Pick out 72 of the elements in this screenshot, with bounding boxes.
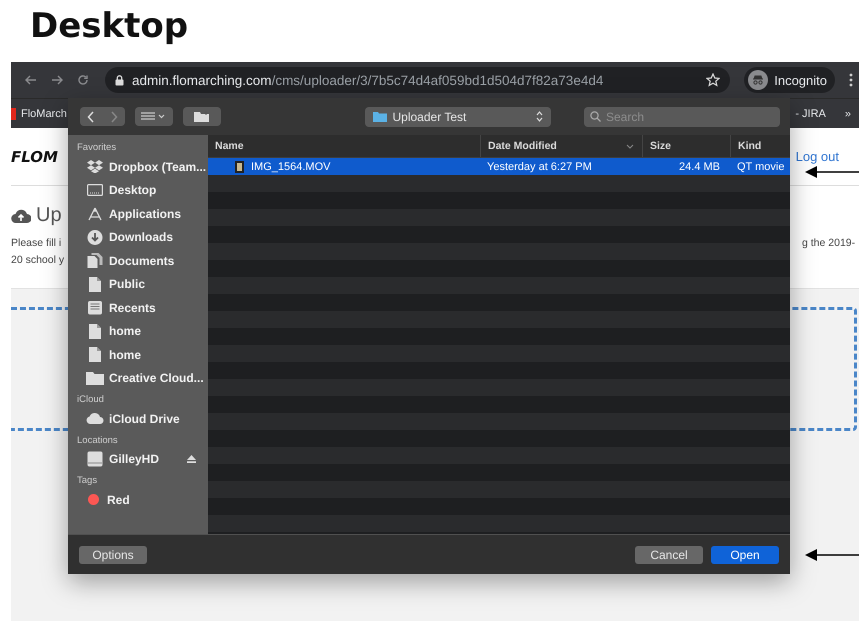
monitor-icon [86, 184, 104, 196]
search-icon [590, 111, 601, 122]
sidebar-item[interactable]: Applications [77, 202, 208, 226]
forward-icon[interactable] [51, 74, 63, 86]
updown-chevron-icon [536, 111, 542, 122]
sidebar-item[interactable]: GilleyHD [77, 448, 208, 471]
file-row[interactable]: IMG_1564.MOV Yesterday at 6:27 PM 24.4 MB QT movie [208, 158, 790, 175]
documents-icon [86, 253, 104, 268]
site-logo: FLOM [11, 148, 58, 166]
eject-icon[interactable] [187, 455, 196, 464]
view-options-button[interactable] [135, 107, 173, 126]
star-icon[interactable] [706, 73, 720, 87]
incognito-badge[interactable]: Incognito [744, 67, 835, 93]
address-bar[interactable]: admin.flomarching.com/cms/uploader/3/7b5c74d4af059bd1d504d7f82a73e4d4 [105, 67, 730, 93]
sidebar-item[interactable]: Documents [77, 249, 208, 272]
sort-chevron-icon [626, 144, 634, 148]
column-header[interactable]: Size [642, 135, 730, 157]
apps-icon [86, 206, 104, 221]
pointer-arrow [805, 548, 859, 562]
list-view-icon [141, 112, 167, 122]
recents-icon [86, 300, 104, 316]
logout-link[interactable]: Log out [796, 149, 839, 164]
options-button[interactable]: Options [79, 546, 147, 564]
intro-text: Please fill i [11, 236, 62, 251]
sidebar-item[interactable]: Public [77, 272, 208, 296]
sidebar-item[interactable]: Dropbox (Team... [77, 155, 208, 178]
document-icon [86, 276, 104, 292]
hard-drive-icon [86, 451, 104, 468]
dropbox-icon [86, 160, 104, 174]
open-button[interactable]: Open [711, 546, 779, 564]
sidebar-item[interactable]: iCloud Drive [77, 407, 208, 430]
sidebar-section-heading: iCloud [77, 393, 105, 407]
lock-icon [115, 74, 124, 86]
bookmark-link[interactable]: FloMarch [21, 108, 67, 120]
sidebar-item[interactable]: Red [77, 488, 208, 512]
reload-icon[interactable] [77, 74, 89, 86]
download-icon [86, 230, 104, 245]
bookmark-link[interactable]: - JIRA [795, 108, 826, 120]
column-header[interactable]: Name [208, 135, 480, 157]
bookmarks-overflow-button[interactable]: » [844, 108, 851, 120]
folder-icon [372, 111, 386, 122]
back-forward-buttons[interactable] [80, 107, 125, 126]
cancel-button[interactable]: Cancel [635, 546, 703, 564]
sidebar-section-heading: Favorites [77, 141, 118, 155]
document-icon [86, 324, 104, 339]
sidebar-section-heading: Locations [77, 434, 119, 448]
cloud-icon [86, 413, 104, 424]
kebab-menu-icon[interactable] [849, 73, 853, 87]
sidebar-item[interactable]: home [77, 320, 208, 343]
incognito-icon [748, 70, 768, 90]
intro-text: g the 2019- [802, 236, 856, 251]
url-text: admin.flomarching.com/cms/uploader/3/7b5c74d4af059bd1d504d7f82a73e4d4 [132, 72, 604, 88]
folder-icon [86, 372, 104, 385]
location-dropdown[interactable]: Uploader Test [364, 106, 550, 126]
video-file-icon [235, 160, 244, 172]
back-icon[interactable] [25, 74, 37, 86]
sidebar-item[interactable]: Downloads [77, 226, 208, 249]
page-heading: Desktop [29, 5, 190, 48]
folder-plus-icon [194, 111, 210, 122]
column-header[interactable]: Date Modified [480, 135, 642, 157]
page-title: Up [36, 204, 62, 227]
sidebar-item[interactable]: Recents [77, 296, 208, 320]
intro-text: 20 school y [11, 253, 66, 268]
sidebar-item[interactable]: home [77, 343, 208, 366]
sidebar-section-heading: Tags [77, 474, 98, 488]
bookmark-favicon-icon [11, 108, 16, 120]
pointer-arrow [805, 165, 859, 179]
column-header[interactable]: Kind [730, 135, 790, 157]
new-folder-button[interactable] [183, 107, 221, 126]
sidebar-item[interactable]: Creative Cloud... [77, 366, 208, 390]
sidebar-item[interactable]: Desktop [77, 178, 208, 202]
document-icon [86, 347, 104, 362]
